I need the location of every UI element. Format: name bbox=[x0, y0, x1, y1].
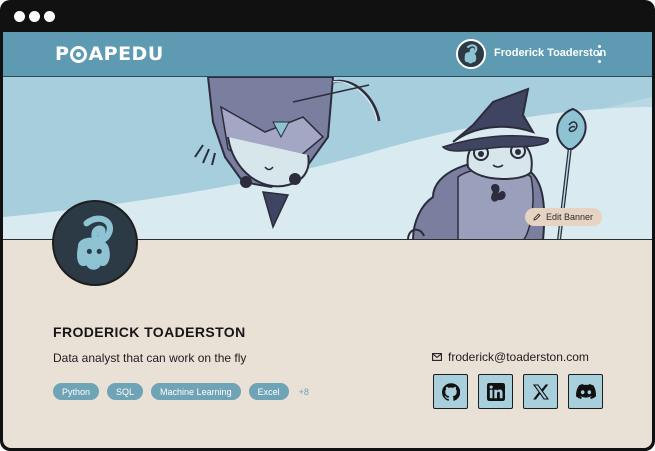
window-control-dot[interactable] bbox=[29, 11, 40, 22]
logo-text-start: P bbox=[55, 43, 70, 65]
avatar-spirit-icon bbox=[77, 215, 113, 270]
pencil-icon bbox=[533, 213, 541, 221]
github-icon bbox=[441, 382, 460, 401]
linkedin-button[interactable] bbox=[478, 374, 513, 409]
window-titlebar bbox=[0, 0, 655, 32]
mail-icon bbox=[432, 353, 442, 361]
skill-tag[interactable]: Machine Learning bbox=[151, 383, 241, 400]
app-logo[interactable]: P APEDU bbox=[55, 43, 164, 65]
edit-banner-button[interactable]: Edit Banner bbox=[525, 208, 603, 226]
avatar-spirit-icon bbox=[464, 44, 478, 64]
more-skills-count[interactable]: +8 bbox=[299, 387, 309, 397]
skill-tags: Python SQL Machine Learning Excel +8 bbox=[53, 383, 309, 400]
skill-tag[interactable]: SQL bbox=[107, 383, 144, 400]
nav-avatar[interactable] bbox=[456, 39, 486, 69]
email-text: froderick@toaderston.com bbox=[448, 350, 589, 364]
x-icon bbox=[532, 383, 549, 400]
skill-tag[interactable]: Excel bbox=[248, 383, 289, 400]
browser-frame: P APEDU Froderick Toaderston Edit Banner… bbox=[0, 0, 655, 451]
discord-button[interactable] bbox=[568, 374, 603, 409]
top-navbar: P APEDU Froderick Toaderston bbox=[3, 32, 652, 77]
social-links bbox=[433, 374, 613, 409]
app-window: P APEDU Froderick Toaderston Edit Banner… bbox=[3, 32, 652, 448]
profile-bio: Data analyst that can work on the fly bbox=[53, 351, 247, 365]
logo-text-end: APEDU bbox=[88, 43, 164, 65]
nav-username[interactable]: Froderick Toaderston bbox=[494, 47, 606, 59]
kebab-menu-icon[interactable] bbox=[595, 45, 603, 63]
profile-name: FRODERICK TOADERSTON bbox=[53, 324, 246, 340]
edit-banner-label: Edit Banner bbox=[546, 212, 594, 222]
github-button[interactable] bbox=[433, 374, 468, 409]
skill-tag[interactable]: Python bbox=[53, 383, 100, 400]
profile-avatar[interactable] bbox=[52, 200, 138, 286]
window-control-dot[interactable] bbox=[44, 11, 55, 22]
logo-o-icon bbox=[70, 45, 88, 63]
x-button[interactable] bbox=[523, 374, 558, 409]
contact-email[interactable]: froderick@toaderston.com bbox=[432, 350, 589, 364]
window-control-dot[interactable] bbox=[14, 11, 25, 22]
discord-icon bbox=[575, 383, 596, 399]
linkedin-icon bbox=[486, 382, 505, 401]
